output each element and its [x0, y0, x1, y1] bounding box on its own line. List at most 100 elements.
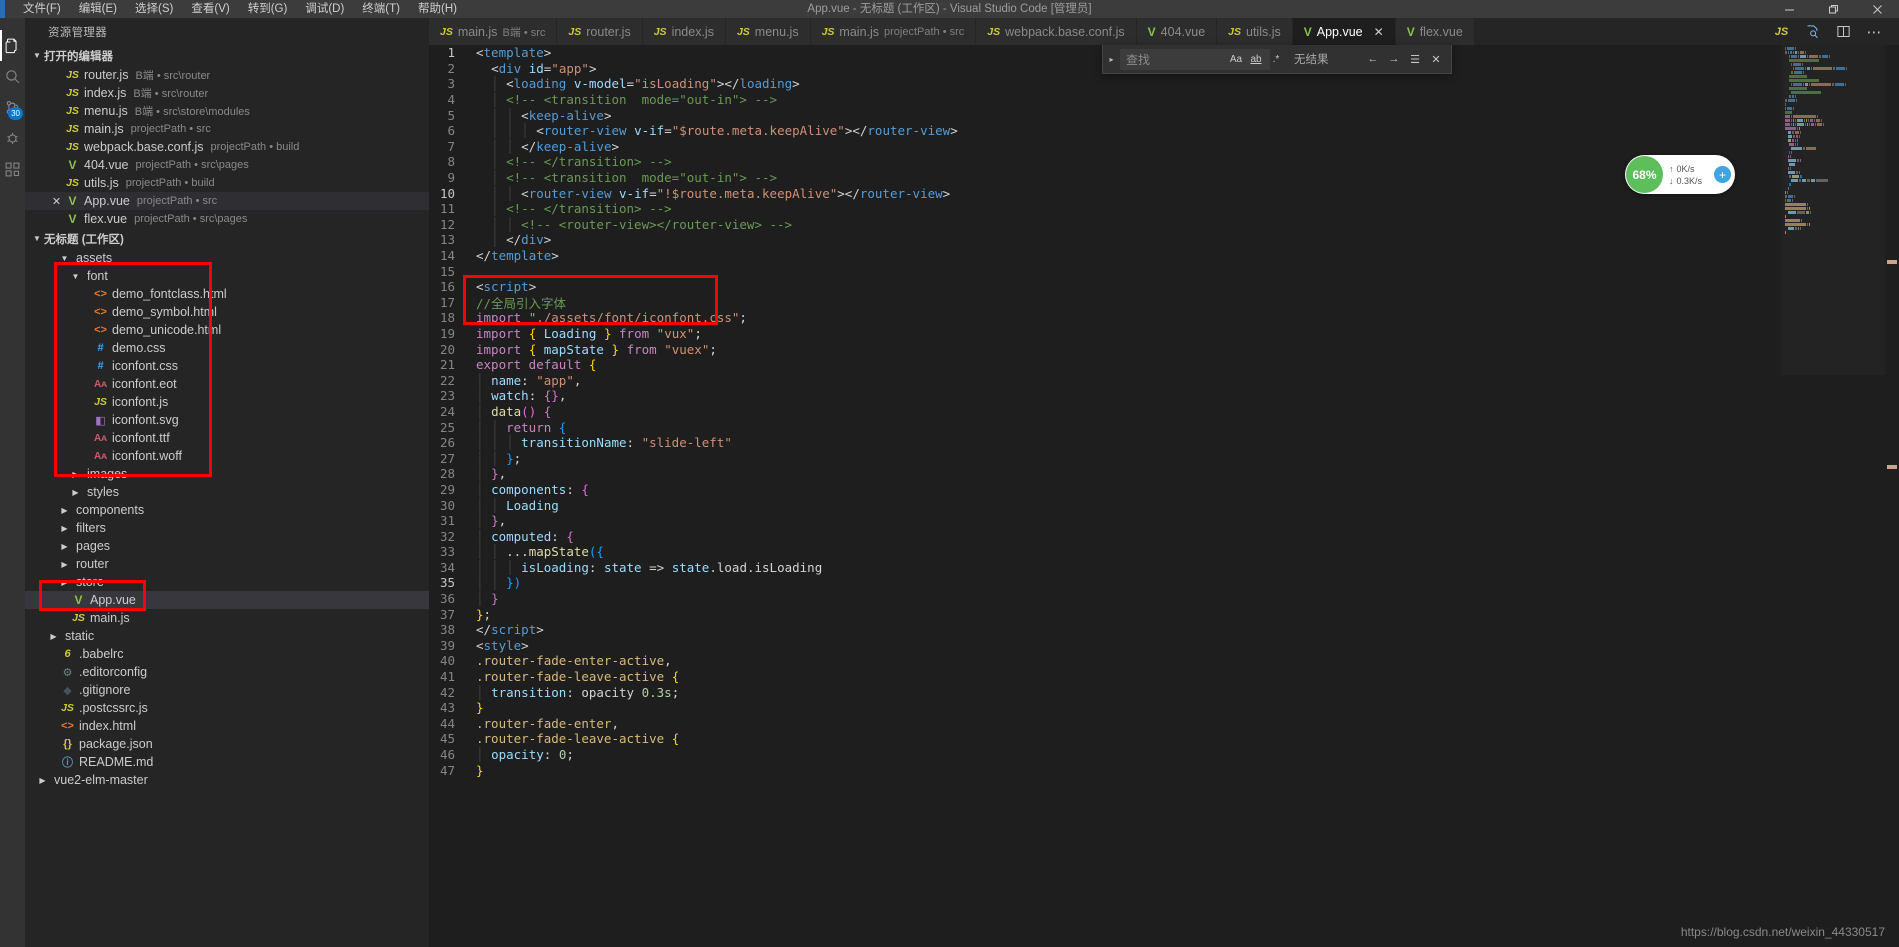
whole-word-icon[interactable]: ab	[1247, 50, 1265, 68]
open-editor-item[interactable]: V 404.vue projectPath • src\pages	[25, 156, 429, 174]
chevron-down-icon[interactable]: ▼	[59, 254, 70, 263]
file-tree-item[interactable]: ◆ .gitignore	[25, 681, 429, 699]
menu-item-4[interactable]: 转到(G)	[239, 0, 297, 18]
file-tree-item[interactable]: ▼ assets	[25, 249, 429, 267]
code-line[interactable]: 35 │ │ })	[429, 575, 1849, 591]
file-tree-item[interactable]: ▶ store	[25, 573, 429, 591]
code-line[interactable]: 22 │ name: "app",	[429, 372, 1849, 388]
code-line[interactable]: 46 │ opacity: 0;	[429, 747, 1849, 763]
editor-tab[interactable]: V App.vue ✕	[1292, 18, 1396, 45]
more-actions-icon[interactable]: ⋯	[1859, 18, 1890, 45]
code-line[interactable]: 24 │ data() {	[429, 404, 1849, 420]
search-icon[interactable]	[0, 61, 25, 92]
code-line[interactable]: 18 import "./assets/font/iconfont.css";	[429, 310, 1849, 326]
code-line[interactable]: 33 │ │ ...mapState({	[429, 544, 1849, 560]
file-tree-item[interactable]: ▶ router	[25, 555, 429, 573]
code-line[interactable]: 26 │ │ │ transitionName: "slide-left"	[429, 435, 1849, 451]
file-tree-item[interactable]: ▼ font	[25, 267, 429, 285]
code-line[interactable]: 40 .router-fade-enter-active,	[429, 653, 1849, 669]
code-line[interactable]: 31 │ },	[429, 513, 1849, 529]
run-js-icon[interactable]: JS	[1766, 18, 1797, 45]
chevron-right-icon[interactable]: ▶	[59, 524, 70, 533]
open-editor-item[interactable]: JS main.js projectPath • src	[25, 120, 429, 138]
code-line[interactable]: 41 .router-fade-leave-active {	[429, 669, 1849, 685]
close-button[interactable]	[1855, 0, 1899, 18]
code-line[interactable]: 20 import { mapState } from "vuex";	[429, 341, 1849, 357]
menu-item-7[interactable]: 帮助(H)	[409, 0, 466, 18]
network-speed-widget[interactable]: 68% ↑ 0K/s ↓ 0.3K/s +	[1625, 155, 1735, 194]
editor-tab[interactable]: JS utils.js	[1217, 18, 1293, 45]
open-editor-item[interactable]: Vflex.vue projectPath • src\pages	[25, 210, 429, 228]
regex-icon[interactable]: .*	[1267, 50, 1285, 68]
code-line[interactable]: 3 │ <loading v-model="isLoading"></loadi…	[429, 76, 1849, 92]
file-tree-item[interactable]: ◧ iconfont.svg	[25, 411, 429, 429]
code-line[interactable]: 14 </template>	[429, 248, 1849, 264]
toggle-replace-icon[interactable]: ▸	[1103, 55, 1120, 64]
file-tree-item[interactable]: <> demo_fontclass.html	[25, 285, 429, 303]
code-line[interactable]: 4 │ <!-- <transition mode="out-in"> -->	[429, 92, 1849, 108]
code-line[interactable]: 39 <style>	[429, 638, 1849, 654]
restore-button[interactable]	[1811, 0, 1855, 18]
code-line[interactable]: 32 │ computed: {	[429, 528, 1849, 544]
open-editor-item[interactable]: ✕ V App.vue projectPath • src	[25, 192, 429, 210]
code-line[interactable]: 27 │ │ };	[429, 450, 1849, 466]
editor-tab[interactable]: V 404.vue	[1136, 18, 1218, 45]
code-line[interactable]: 34 │ │ │ isLoading: state => state.load.i…	[429, 560, 1849, 576]
code-line[interactable]: 38 </script>	[429, 622, 1849, 638]
code-line[interactable]: 29 │ components: {	[429, 482, 1849, 498]
code-line[interactable]: 11 │ <!-- </transition> -->	[429, 201, 1849, 217]
file-tree-item[interactable]: <> index.html	[25, 717, 429, 735]
menu-item-3[interactable]: 查看(V)	[182, 0, 238, 18]
editor-tab[interactable]: JS menu.js	[725, 18, 811, 45]
file-tree-item[interactable]: <> demo_symbol.html	[25, 303, 429, 321]
vertical-scrollbar[interactable]	[1885, 45, 1899, 947]
code-line[interactable]: 23 │ watch: {},	[429, 388, 1849, 404]
chevron-right-icon[interactable]: ▶	[70, 470, 81, 479]
code-line[interactable]: 36 │ }	[429, 591, 1849, 607]
open-editor-item[interactable]: JS webpack.base.conf.js projectPath • buil…	[25, 138, 429, 156]
extensions-icon[interactable]	[0, 154, 25, 185]
code-line[interactable]: 19 import { Loading } from "vux";	[429, 326, 1849, 342]
file-tree-item[interactable]: ▶ vue2-elm-master	[25, 771, 429, 789]
menu-item-6[interactable]: 终端(T)	[353, 0, 409, 18]
chevron-down-icon[interactable]: ▼	[70, 272, 81, 281]
explorer-icon[interactable]	[0, 30, 25, 61]
code-line[interactable]: 25 │ │ return {	[429, 419, 1849, 435]
code-line[interactable]: 7 │ │ </keep-alive>	[429, 139, 1849, 155]
code-line[interactable]: 30 │ │ Loading	[429, 497, 1849, 513]
code-line[interactable]: 42 │ transition: opacity 0.3s;	[429, 684, 1849, 700]
code-line[interactable]: 45 .router-fade-leave-active {	[429, 731, 1849, 747]
file-tree-item[interactable]: # iconfont.css	[25, 357, 429, 375]
close-editor-icon[interactable]: ✕	[49, 195, 64, 208]
file-tree-item[interactable]: V App.vue	[25, 591, 429, 609]
code-line[interactable]: 16 <script>	[429, 279, 1849, 295]
workspace-header[interactable]: ▼ 无标题 (工作区)	[25, 228, 429, 249]
code-line[interactable]: 5 │ │ <keep-alive>	[429, 107, 1849, 123]
split-editor-icon[interactable]	[1828, 18, 1859, 45]
file-tree-item[interactable]: ▶ pages	[25, 537, 429, 555]
file-tree-item[interactable]: 6 .babelrc	[25, 645, 429, 663]
editor-tab[interactable]: JS main.js B端 • src	[429, 18, 558, 45]
chevron-right-icon[interactable]: ▶	[59, 560, 70, 569]
menu-item-2[interactable]: 选择(S)	[126, 0, 182, 18]
code-line[interactable]: 13 │ </div>	[429, 232, 1849, 248]
code-line[interactable]: 17 //全局引入字体	[429, 295, 1849, 311]
code-line[interactable]: 44 .router-fade-enter,	[429, 716, 1849, 732]
menu-item-1[interactable]: 编辑(E)	[70, 0, 126, 18]
menu-item-0[interactable]: 文件(F)	[14, 0, 70, 18]
menu-item-5[interactable]: 调试(D)	[296, 0, 353, 18]
file-tree-item[interactable]: ⚙ .editorconfig	[25, 663, 429, 681]
minimize-button[interactable]	[1767, 0, 1811, 18]
file-tree-item[interactable]: # demo.css	[25, 339, 429, 357]
close-find-icon[interactable]: ✕	[1427, 50, 1445, 68]
file-tree-item[interactable]: JS main.js	[25, 609, 429, 627]
chevron-right-icon[interactable]: ▶	[59, 542, 70, 551]
close-tab-icon[interactable]: ✕	[1374, 25, 1384, 39]
file-tree-item[interactable]: ▶ components	[25, 501, 429, 519]
chevron-right-icon[interactable]: ▶	[59, 506, 70, 515]
chevron-right-icon[interactable]: ▶	[37, 776, 48, 785]
file-tree-item[interactable]: ▶ images	[25, 465, 429, 483]
file-tree-item[interactable]: ▶ filters	[25, 519, 429, 537]
menu-bar[interactable]: 文件(F) 编辑(E) 选择(S) 查看(V) 转到(G) 调试(D) 终端(T) 帮助(H)	[14, 0, 466, 18]
file-tree-item[interactable]: <> demo_unicode.html	[25, 321, 429, 339]
